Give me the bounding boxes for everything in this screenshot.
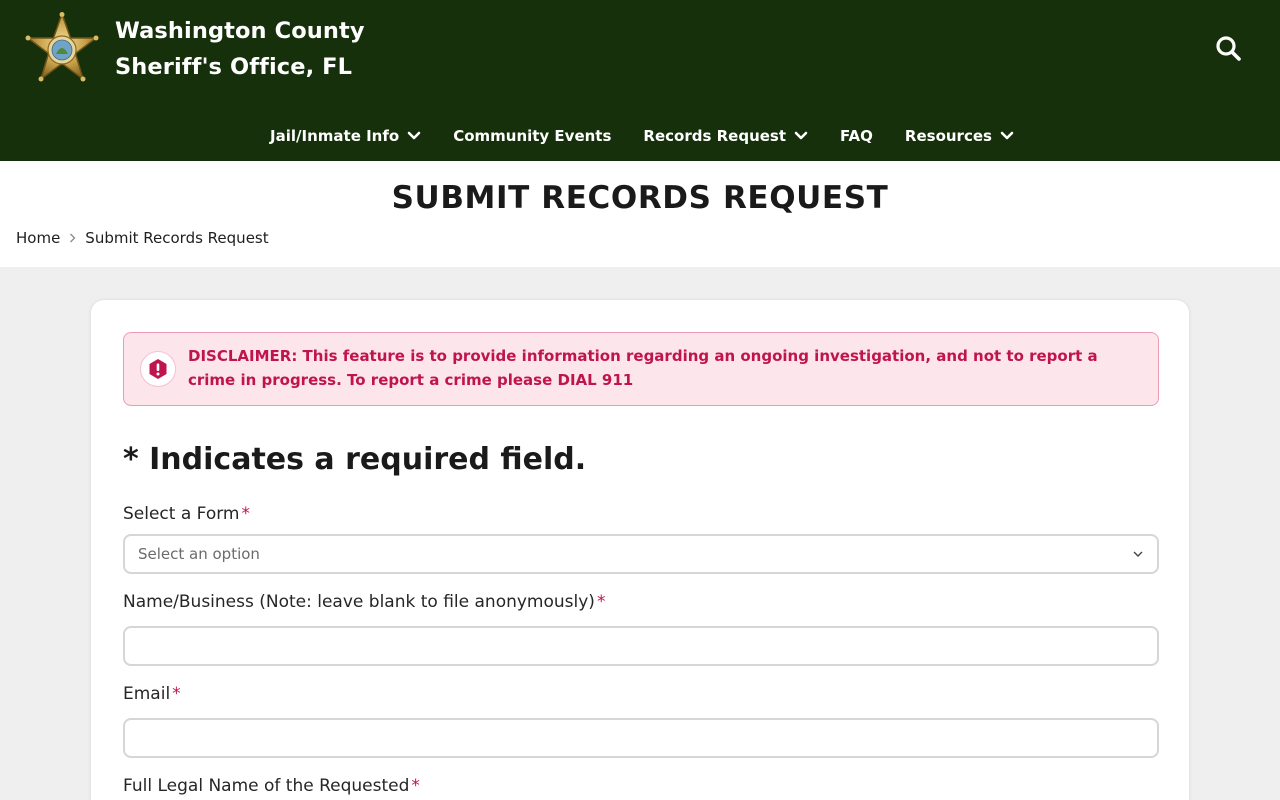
- email-input[interactable]: [123, 718, 1159, 758]
- nav-item-resources[interactable]: Resources: [905, 116, 1014, 156]
- search-icon[interactable]: [1212, 32, 1244, 64]
- page-title: SUBMIT RECORDS REQUEST: [391, 180, 889, 216]
- chevron-down-icon: [407, 131, 421, 140]
- nav-item-community-events[interactable]: Community Events: [453, 116, 611, 156]
- site-header: Washington County Sheriff's Office, FL J…: [0, 0, 1280, 161]
- breadcrumb-home-link[interactable]: Home: [16, 229, 60, 247]
- name-business-input[interactable]: [123, 626, 1159, 666]
- form-card: DISCLAIMER: This feature is to provide i…: [90, 299, 1190, 800]
- full-legal-name-label: Full Legal Name of the Requested *: [123, 776, 420, 796]
- site-title-line2: Sheriff's Office, FL: [115, 54, 353, 80]
- chevron-down-icon: [794, 131, 808, 140]
- name-business-label: Name/Business (Note: leave blank to file…: [123, 592, 605, 612]
- nav-item-label: FAQ: [840, 127, 873, 145]
- nav-item-jail-inmate-info[interactable]: Jail/Inmate Info: [270, 116, 421, 156]
- name-business-label-text: Name/Business (Note: leave blank to file…: [123, 592, 595, 612]
- required-marker: *: [241, 504, 251, 524]
- nav-item-label: Community Events: [453, 127, 612, 145]
- exclamation-hexagon-icon: [140, 351, 176, 387]
- disclaimer-text: DISCLAIMER: This feature is to provide i…: [188, 347, 1098, 389]
- nav-item-label: Records Request: [643, 127, 787, 145]
- nav-item-faq[interactable]: FAQ: [840, 116, 873, 156]
- site-title-line1: Washington County: [115, 18, 365, 44]
- email-label-text: Email: [123, 684, 171, 704]
- required-field-note: * Indicates a required field.: [123, 442, 587, 477]
- page-title-band: SUBMIT RECORDS REQUEST Home Submit Recor…: [0, 161, 1280, 267]
- email-label: Email *: [123, 684, 181, 704]
- chevron-down-icon: [1000, 131, 1014, 140]
- chevron-right-icon: [70, 233, 76, 243]
- select-form-dropdown[interactable]: Select an option: [123, 534, 1159, 574]
- select-form-label: Select a Form *: [123, 504, 250, 524]
- site-title[interactable]: Washington County Sheriff's Office, FL: [115, 13, 365, 85]
- nav-item-label: Jail/Inmate Info: [270, 127, 400, 145]
- breadcrumb: Home Submit Records Request: [16, 229, 269, 247]
- main-nav: Jail/Inmate Info Community Events Record…: [0, 116, 1280, 156]
- select-form-label-text: Select a Form: [123, 504, 240, 524]
- required-marker: *: [172, 684, 181, 704]
- sheriff-star-badge-icon[interactable]: [25, 11, 99, 84]
- required-marker: *: [596, 592, 606, 612]
- full-legal-name-label-text: Full Legal Name of the Requested: [123, 776, 410, 796]
- chevron-down-icon: [1133, 551, 1143, 557]
- required-marker: *: [411, 776, 420, 796]
- disclaimer-alert: DISCLAIMER: This feature is to provide i…: [123, 332, 1159, 406]
- breadcrumb-current: Submit Records Request: [85, 229, 269, 247]
- nav-item-label: Resources: [904, 127, 992, 145]
- nav-item-records-request[interactable]: Records Request: [643, 116, 808, 156]
- select-form-placeholder: Select an option: [138, 545, 260, 563]
